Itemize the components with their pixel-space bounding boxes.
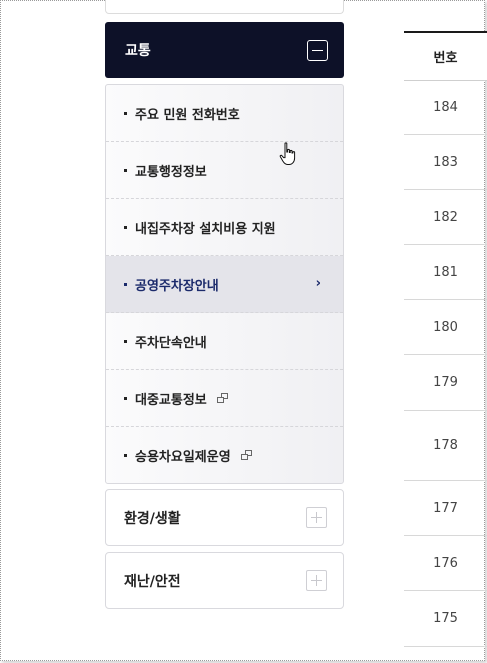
submenu-item-label: 승용차요일제운영 [135,450,231,465]
bullet-icon [124,168,127,172]
hand-cursor-icon [279,142,296,165]
table-cell-number: 183 [404,135,487,190]
submenu-item-home-parking-support[interactable]: 내집주차장 설치비용 지원 [106,199,343,256]
previous-menu-edge [105,0,344,14]
table-cell-number: 175 [404,591,487,647]
bullet-icon [124,111,127,115]
submenu-item-label: 내집주차장 설치비용 지원 [135,221,276,237]
column-header-number: 번호 [404,31,487,81]
post-table: 번호 184 183 182 181 180 179 178 177 176 1… [404,31,487,647]
bullet-icon [124,282,127,286]
submenu-item-public-transit[interactable]: 대중교통정보 [106,370,343,427]
submenu-item-public-parking[interactable]: 공영주차장안내 › [106,256,343,313]
table-cell-number: 181 [404,245,487,300]
menu-header-transport[interactable]: 교통 [105,22,344,78]
expand-plus-icon[interactable] [306,507,327,528]
menu-title: 재난/안전 [124,573,181,590]
menu-disaster-safety[interactable]: 재난/안전 [105,552,344,609]
bullet-icon [124,454,127,457]
submenu-item-parking-enforcement[interactable]: 주차단속안내 [106,313,343,370]
table-cell-number: 179 [404,355,487,411]
table-cell-number: 176 [404,536,487,591]
bullet-icon [124,396,127,400]
submenu-item-label: 주차단속안내 [135,335,207,351]
table-cell-number: 180 [404,300,487,355]
submenu-item-label: 교통행정정보 [135,164,207,180]
bullet-icon [124,339,127,343]
submenu-list: 주요 민원 전화번호 교통행정정보 내집주차장 설치비용 지원 공영주차장안내 … [105,84,344,484]
submenu-item-label: 공영주차장안내 [135,278,219,294]
table-cell-number: 182 [404,190,487,245]
new-window-icon [240,450,253,461]
submenu-item-car-weekday[interactable]: 승용차요일제운영 [106,427,343,483]
menu-environment-life[interactable]: 환경/생활 [105,489,344,546]
submenu-item-phone-numbers[interactable]: 주요 민원 전화번호 [106,85,343,142]
bullet-icon [124,225,127,229]
table-cell-number: 177 [404,481,487,536]
menu-title: 환경/생활 [124,510,181,527]
chevron-right-icon: › [315,276,321,291]
submenu-item-traffic-admin[interactable]: 교통행정정보 [106,142,343,199]
collapse-minus-icon[interactable] [307,40,328,61]
new-window-icon [216,392,229,404]
table-cell-number: 178 [404,411,487,481]
menu-header-title: 교통 [125,43,151,59]
table-cell-number: 184 [404,81,487,135]
submenu-item-label: 주요 민원 전화번호 [135,107,240,123]
submenu-item-label: 대중교통정보 [135,392,207,408]
expand-plus-icon[interactable] [306,570,327,591]
